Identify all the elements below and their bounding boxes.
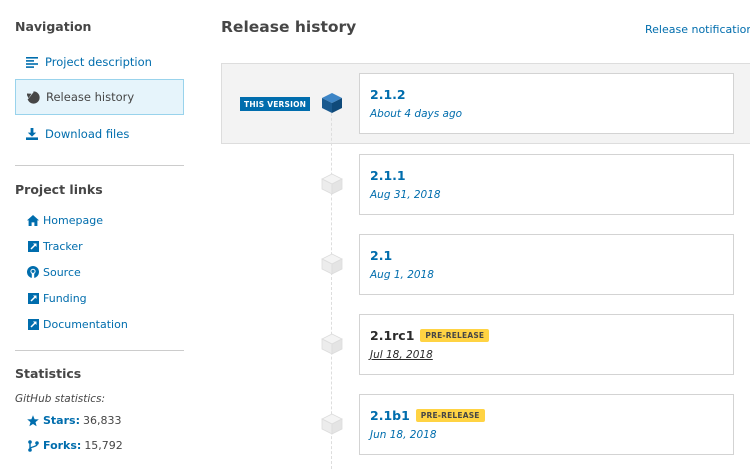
pre-release-badge: PRE-RELEASE	[415, 408, 485, 422]
link-source[interactable]: Source	[27, 264, 81, 280]
link-documentation[interactable]: Documentation	[27, 316, 128, 332]
link-homepage[interactable]: Homepage	[27, 212, 103, 228]
release-cube-icon	[321, 333, 343, 355]
github-icon	[27, 266, 39, 278]
pre-release-badge: PRE-RELEASE	[420, 328, 490, 342]
sidebar-divider	[15, 350, 184, 351]
nav-release-history[interactable]: Release history	[15, 79, 184, 115]
current-release-cube-icon	[322, 93, 342, 113]
nav-project-description[interactable]: Project description	[15, 44, 184, 80]
external-link-icon	[27, 318, 39, 330]
external-link-icon	[27, 240, 39, 252]
release-notifications-link[interactable]: Release notifications	[645, 23, 750, 36]
stat-label: Stars:	[43, 414, 80, 427]
nav-label: Download files	[45, 127, 130, 141]
stat-value: 36,833	[82, 414, 122, 427]
release-date: About 4 days ago	[370, 108, 463, 120]
external-link-icon	[27, 292, 39, 304]
this-version-badge: THIS VERSION	[240, 97, 311, 111]
fork-icon	[27, 439, 39, 452]
release-version: 2.1.1	[370, 167, 406, 183]
release-date: Aug 1, 2018	[370, 269, 434, 281]
star-icon	[27, 414, 39, 427]
release-version: 2.1	[370, 247, 393, 263]
release-cube-icon	[321, 413, 343, 435]
nav-label: Release history	[46, 90, 135, 104]
nav-label: Project description	[45, 55, 152, 69]
stat-forks[interactable]: Forks: 15,792	[27, 439, 123, 452]
release-cube-icon	[321, 253, 343, 275]
release-version: 2.1rc1	[370, 327, 415, 343]
history-icon	[26, 90, 40, 104]
release-card-2-1-2[interactable]: 2.1.2 About 4 days ago	[359, 73, 734, 134]
link-label: Tracker	[43, 239, 83, 253]
page-title: Release history	[221, 18, 357, 36]
release-version: 2.1.2	[370, 86, 406, 102]
link-label: Documentation	[43, 317, 128, 331]
download-icon	[25, 127, 39, 141]
link-funding[interactable]: Funding	[27, 290, 87, 306]
stat-stars[interactable]: Stars: 36,833	[27, 414, 121, 427]
release-date: Jun 18, 2018	[370, 429, 437, 441]
release-card-2-1[interactable]: 2.1 Aug 1, 2018	[359, 234, 734, 295]
link-label: Funding	[43, 291, 87, 305]
stat-value: 15,792	[84, 439, 123, 452]
link-label: Homepage	[43, 213, 103, 227]
release-date: Jul 18, 2018	[370, 349, 433, 361]
stat-label: Forks:	[43, 439, 82, 452]
navigation-heading: Navigation	[15, 19, 92, 34]
release-date: Aug 31, 2018	[370, 189, 441, 201]
align-left-icon	[25, 55, 39, 69]
project-links-heading: Project links	[15, 182, 103, 197]
statistics-heading: Statistics	[15, 366, 82, 381]
github-statistics-label: GitHub statistics:	[15, 393, 106, 405]
sidebar: Navigation Project description Release h…	[0, 0, 200, 469]
link-tracker[interactable]: Tracker	[27, 238, 83, 254]
home-icon	[27, 214, 39, 226]
link-label: Source	[43, 265, 81, 279]
nav-download-files[interactable]: Download files	[15, 116, 184, 152]
release-version: 2.1b1	[370, 407, 410, 423]
sidebar-divider	[15, 165, 184, 166]
release-cube-icon	[321, 173, 343, 195]
release-card-2-1b1[interactable]: 2.1b1 PRE-RELEASE Jun 18, 2018	[359, 394, 734, 455]
release-card-2-1rc1[interactable]: 2.1rc1 PRE-RELEASE Jul 18, 2018	[359, 314, 734, 375]
release-card-2-1-1[interactable]: 2.1.1 Aug 31, 2018	[359, 154, 734, 215]
